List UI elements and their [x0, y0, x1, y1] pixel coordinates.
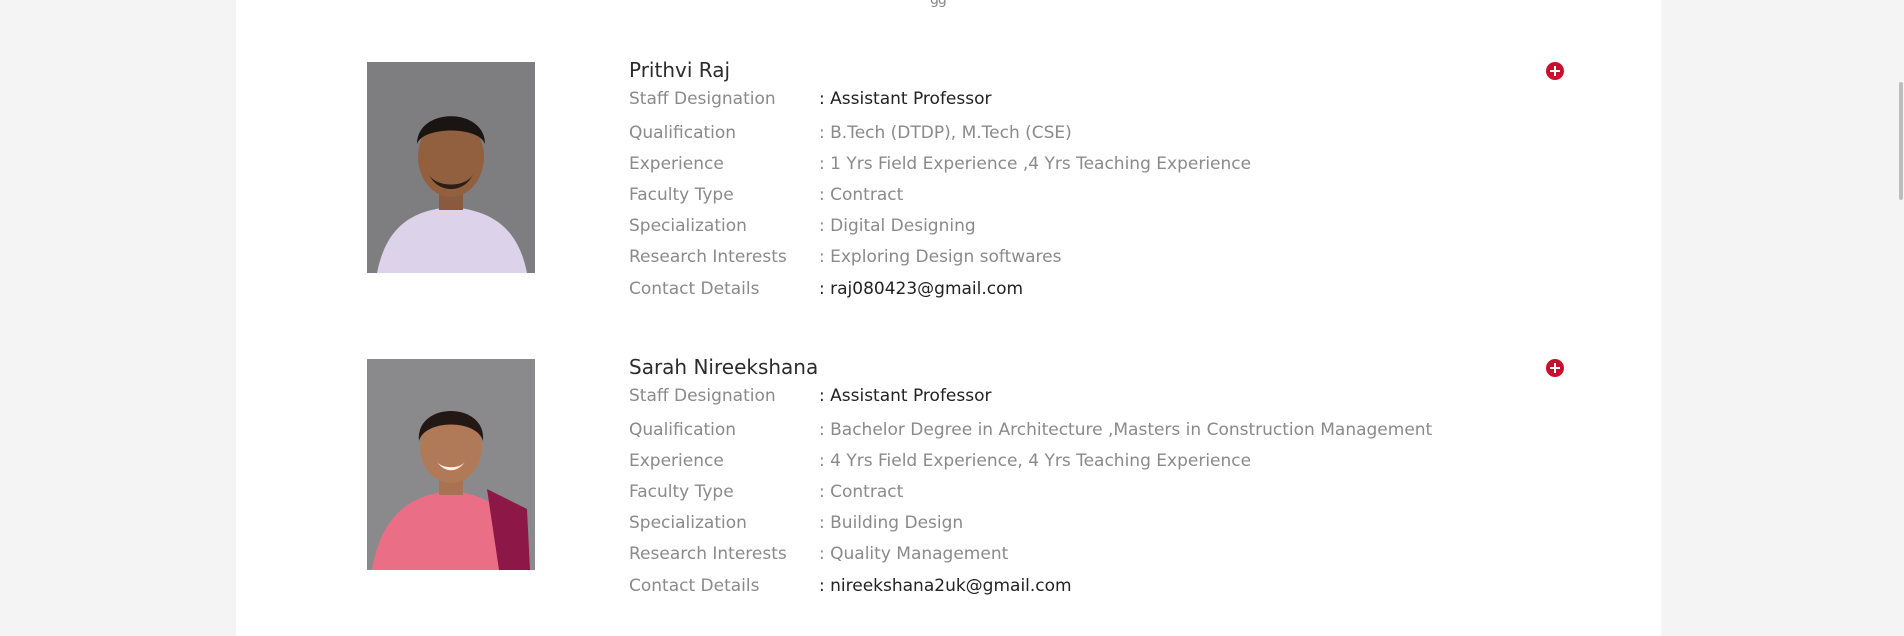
contact-label: Contact Details	[629, 279, 760, 299]
qualification-label: Qualification	[629, 123, 737, 143]
experience-label: Experience	[629, 154, 724, 174]
contact-label: Contact Details	[629, 576, 760, 596]
specialization-value: : Digital Designing	[819, 216, 976, 236]
designation-value: : Assistant Professor	[819, 89, 992, 109]
expand-plus-circle-icon[interactable]	[1546, 359, 1564, 377]
faculty-photo-sarah	[367, 359, 535, 570]
faculty-type-value: : Contract	[819, 185, 904, 205]
research-interests-label: Research Interests	[629, 247, 787, 267]
faculty-photo-prithvi	[367, 62, 535, 273]
faculty-name: Prithvi Raj	[629, 58, 731, 82]
contact-value[interactable]: : raj080423@gmail.com	[819, 279, 1023, 299]
faculty-photo-image	[367, 359, 535, 570]
scrollbar-thumb[interactable]	[1899, 82, 1903, 200]
research-interests-value: : Exploring Design softwares	[819, 247, 1062, 267]
contact-value[interactable]: : nireekshana2uk@gmail.com	[819, 576, 1072, 596]
designation-label: Staff Designation	[629, 386, 776, 406]
faculty-type-label: Faculty Type	[629, 482, 734, 502]
designation-value: : Assistant Professor	[819, 386, 992, 406]
specialization-value: : Building Design	[819, 513, 964, 533]
faculty-name: Sarah Nireekshana	[629, 355, 819, 379]
experience-label: Experience	[629, 451, 724, 471]
clipped-heading-fragment: ɡɡ	[930, 0, 960, 8]
faculty-type-value: : Contract	[819, 482, 904, 502]
experience-value: : 4 Yrs Field Experience, 4 Yrs Teaching…	[819, 451, 1252, 471]
qualification-value: : B.Tech (DTDP), M.Tech (CSE)	[819, 123, 1072, 143]
designation-label: Staff Designation	[629, 89, 776, 109]
page-scrollbar[interactable]	[1892, 0, 1904, 636]
experience-value: : 1 Yrs Field Experience ,4 Yrs Teaching…	[819, 154, 1252, 174]
qualification-value: : Bachelor Degree in Architecture ,Maste…	[819, 420, 1433, 440]
qualification-label: Qualification	[629, 420, 737, 440]
research-interests-label: Research Interests	[629, 544, 787, 564]
faculty-photo-image	[367, 62, 535, 273]
faculty-type-label: Faculty Type	[629, 185, 734, 205]
specialization-label: Specialization	[629, 216, 747, 236]
specialization-label: Specialization	[629, 513, 747, 533]
research-interests-value: : Quality Management	[819, 544, 1009, 564]
expand-plus-circle-icon[interactable]	[1546, 62, 1564, 80]
